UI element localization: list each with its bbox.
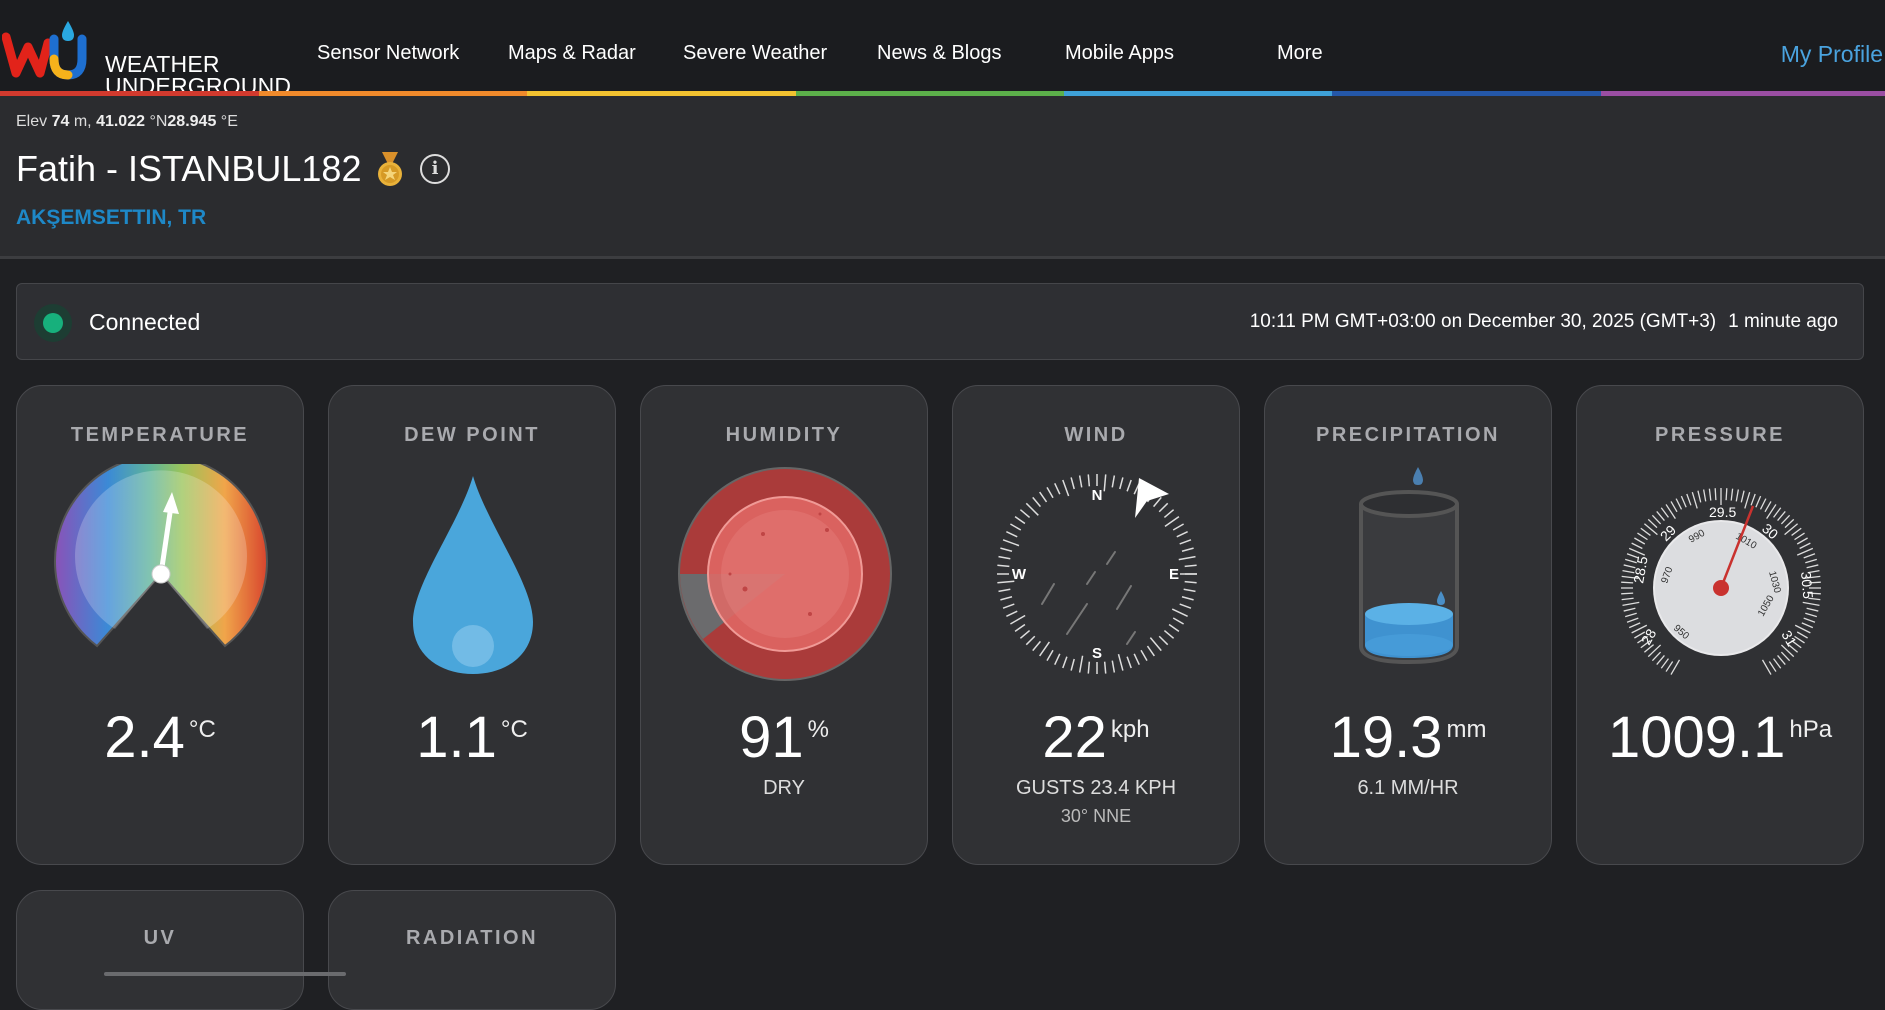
- pressure-card[interactable]: PRESSURE 28 28.5 29 29.5 30 30.5 31 950 …: [1576, 385, 1864, 865]
- status-dot-icon: [43, 313, 63, 333]
- wind-card[interactable]: WIND N E S W 22 kph GUSTS 23.4 KPH 30° NN…: [952, 385, 1240, 865]
- inhg-label: 28.5: [1630, 555, 1651, 585]
- station-title: Fatih - ISTANBUL182: [16, 148, 362, 189]
- compass-w: W: [1012, 566, 1027, 583]
- temperature-card[interactable]: TEMPERATURE 2.4 °C: [16, 385, 304, 865]
- nav-severe-weather[interactable]: Severe Weather: [683, 42, 827, 65]
- wu-logo-icon: [1, 21, 87, 80]
- wu-logo[interactable]: WEATHER UNDERGROUND: [1, 17, 291, 98]
- wind-gusts: GUSTS 23.4 KPH: [1015, 777, 1177, 799]
- wind-direction-arrow: [1135, 478, 1169, 518]
- compass-s: S: [1092, 645, 1102, 662]
- pressure-value: 1009.1 hPa: [1607, 705, 1833, 770]
- inhg-label: 28: [1638, 626, 1660, 648]
- barometer-icon: 28 28.5 29 29.5 30 30.5 31 950 970 990 1…: [1621, 488, 1821, 675]
- temperature-value: 2.4 °C: [104, 705, 216, 770]
- info-icon[interactable]: i: [420, 154, 450, 184]
- connection-status-bar: Connected 10:11 PM GMT+03:00 on December…: [16, 283, 1864, 360]
- compass-n: N: [1092, 487, 1103, 504]
- compass-e: E: [1169, 566, 1179, 583]
- rain-gauge-icon: [1359, 467, 1459, 665]
- precipitation-value: 19.3 mm: [1329, 705, 1487, 770]
- horizontal-scrollbar[interactable]: [104, 972, 346, 976]
- card-title: PRECIPITATION: [1316, 424, 1500, 446]
- nav-maps-radar[interactable]: Maps & Radar: [508, 42, 636, 65]
- water-drop-icon: [413, 476, 533, 674]
- card-title: TEMPERATURE: [70, 424, 250, 446]
- station-coordinates: Elev 74 m, 41.022 °N28.945 °E: [16, 113, 238, 130]
- precipitation-rate: 6.1 MM/HR: [1357, 777, 1459, 799]
- wind-compass-icon: N E S W: [997, 474, 1197, 674]
- humidity-value: 91%: [739, 705, 829, 770]
- dew-point-value: 1.1 °C: [416, 705, 528, 770]
- temperature-gauge-icon: [54, 464, 268, 648]
- precipitation-card[interactable]: PRECIPITATION 19.3 mm 6.1 MM/HR: [1264, 385, 1552, 865]
- radiation-card[interactable]: RADIATION: [328, 890, 616, 1010]
- station-location-link[interactable]: AKŞEMSETTIN, TR: [16, 206, 206, 230]
- connection-status-text: Connected: [89, 309, 201, 335]
- humidity-dial-icon: [678, 467, 892, 681]
- nav-more[interactable]: More: [1277, 42, 1323, 65]
- card-title: UV: [143, 927, 177, 949]
- card-title: RADIATION: [405, 927, 539, 949]
- card-title: DEW POINT: [404, 424, 540, 446]
- last-updated: 10:11 PM GMT+03:00 on December 30, 2025 …: [1250, 311, 1838, 333]
- card-title: PRESSURE: [1654, 424, 1786, 446]
- uv-card[interactable]: UV: [16, 890, 304, 1010]
- humidity-level: DRY: [763, 777, 805, 799]
- dew-point-card[interactable]: DEW POINT 1.1 °C: [328, 385, 616, 865]
- time-ago: 1 minute ago: [1728, 311, 1838, 332]
- card-title: WIND: [1064, 424, 1128, 446]
- nav-sensor-network[interactable]: Sensor Network: [317, 42, 459, 65]
- medal-icon: [376, 152, 404, 193]
- station-header: Elev 74 m, 41.022 °N28.945 °E Fatih - IS…: [0, 96, 1885, 259]
- nav-mobile-apps[interactable]: Mobile Apps: [1065, 42, 1174, 65]
- my-profile-link[interactable]: My Profile: [1781, 41, 1883, 68]
- timestamp: 10:11 PM GMT+03:00 on December 30, 2025 …: [1249, 311, 1717, 332]
- top-nav: WEATHER UNDERGROUND Sensor Network Maps …: [0, 0, 1885, 98]
- wind-direction: 30° NNE: [1060, 806, 1132, 826]
- inhg-label: 29.5: [1709, 504, 1736, 520]
- nav-news-blogs[interactable]: News & Blogs: [877, 42, 1002, 65]
- wind-speed-value: 22 kph: [1042, 705, 1150, 770]
- inhg-label: 30.5: [1798, 571, 1816, 600]
- humidity-card[interactable]: HUMIDITY 91% DRY: [640, 385, 928, 865]
- card-title: HUMIDITY: [725, 424, 843, 446]
